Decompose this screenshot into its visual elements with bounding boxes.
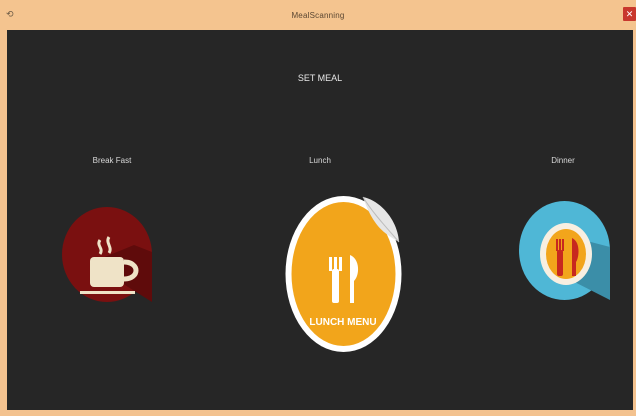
lunch-menu-icon: LUNCH MENU	[285, 196, 402, 352]
meal-label-breakfast: Break Fast	[92, 156, 132, 165]
lunch-button[interactable]: LUNCH MENU	[284, 187, 403, 353]
lunch-menu-badge-text: LUNCH MENU	[309, 317, 376, 328]
page-title: SET MEAL	[297, 73, 343, 83]
window-title: MealScanning	[291, 11, 345, 20]
meal-label-dinner: Dinner	[551, 156, 575, 165]
main-panel: SET MEAL Break Fast Lunch LUNCH MENU Din…	[7, 30, 633, 410]
dinner-button[interactable]	[519, 201, 610, 300]
meal-label-lunch: Lunch	[309, 156, 331, 165]
app-window: ⟲ MealScanning ✕ SET MEAL Break Fast Lun…	[0, 0, 636, 416]
breakfast-button[interactable]	[62, 207, 152, 302]
close-button[interactable]: ✕	[623, 7, 636, 21]
fork-knife-plate-icon	[519, 201, 610, 300]
title-bar: ⟲ MealScanning ✕	[0, 0, 636, 30]
coffee-cup-icon	[62, 207, 152, 302]
